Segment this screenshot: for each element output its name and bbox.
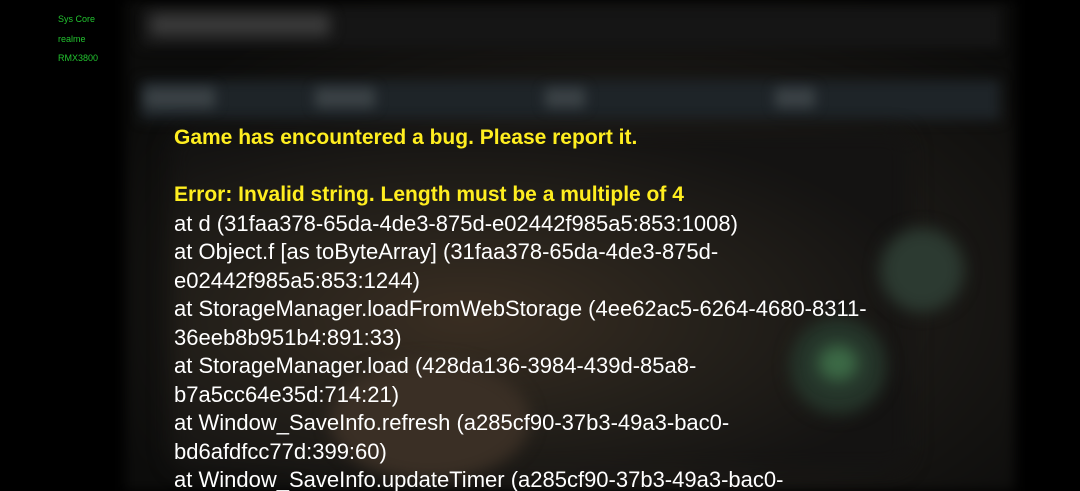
stack-trace-line: at StorageManager.load (428da136-3984-43… xyxy=(174,353,697,378)
background-tab xyxy=(145,88,215,108)
background-tab xyxy=(545,88,585,108)
stack-trace-line: e02442f985a5:853:1244) xyxy=(174,267,420,293)
error-spacer xyxy=(174,153,974,182)
sysinfo-brand: realme xyxy=(58,33,86,44)
system-info: Sys Core realme RMX3800 xyxy=(58,10,98,69)
error-report: Game has encountered a bug. Please repor… xyxy=(174,124,974,491)
background-tab xyxy=(775,88,815,108)
stack-trace-line: at StorageManager.loadFromWebStorage (4e… xyxy=(174,296,867,321)
sysinfo-core: Sys Core xyxy=(58,14,96,24)
stack-trace-line: at d (31faa378-65da-4de3-875d-e02442f985… xyxy=(174,210,738,236)
stack-trace-line: bd6afdfcc77d:399:60) xyxy=(174,438,387,464)
error-headline: Game has encountered a bug. Please repor… xyxy=(174,126,638,149)
error-message: Error: Invalid string. Length must be a … xyxy=(174,183,684,206)
stack-trace-line: b7a5cc64e35d:714:21) xyxy=(174,381,400,407)
sysinfo-model: RMX3800 xyxy=(58,53,99,63)
background-title xyxy=(150,14,330,36)
stack-trace-line: 36eeb8b951b4:891:33) xyxy=(174,324,402,350)
stack-trace-line: at Window_SaveInfo.refresh (a285cf90-37b… xyxy=(174,410,730,435)
stack-trace-line: at Object.f [as toByteArray] (31faa378-6… xyxy=(174,239,719,264)
stack-trace-line: at Window_SaveInfo.updateTimer (a285cf90… xyxy=(174,467,784,491)
background-tab xyxy=(315,88,375,108)
